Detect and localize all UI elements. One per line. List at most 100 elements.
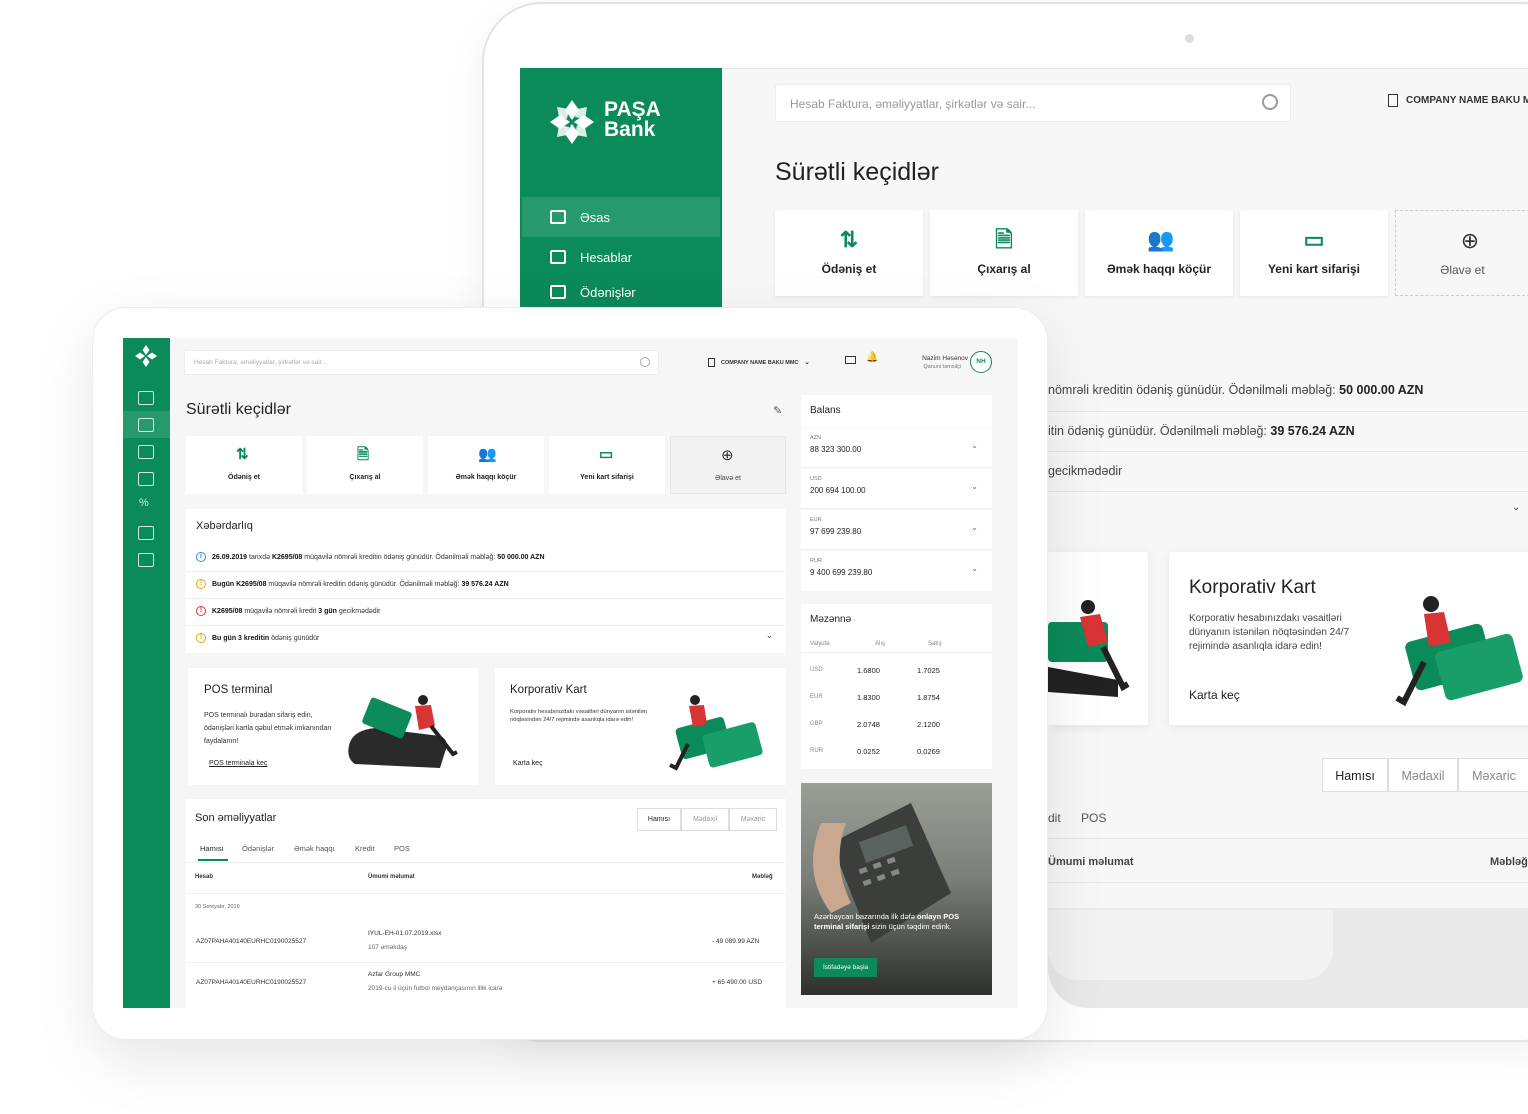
warning-icon: ! [196,633,206,643]
alert-item: ! Bu gün 3 kreditin ödəniş günüdür [196,633,319,643]
tab-pos[interactable]: POS [394,844,410,853]
rate-currency: USD [810,667,823,673]
balance-row[interactable]: EUR 97 699 239.80 ⌄ [801,510,992,550]
list-icon[interactable] [138,418,154,432]
brand-line2: Bank [604,118,656,141]
chart-icon[interactable] [138,553,154,567]
balance-row[interactable]: AZN 88 323 300.00 ⌄ [801,428,992,468]
alert-item: ! Bugün K2695/08 müqavilə nömrəli kredit… [196,579,509,589]
tab-kredit[interactable]: Kredit [355,844,375,853]
chevron-down-icon: ⌄ [971,482,978,491]
column-info: Ümumi məlumat [1048,856,1134,868]
row-amount: - 49 089.99 AZN [712,938,760,945]
tab-pos[interactable]: POS [1081,811,1106,825]
quick-link-payment[interactable]: ⇅ Ödəniş et [186,436,302,494]
balance-value: 9 400 699 239.80 [810,568,873,577]
row-account: AZ07PAHA40140EURHC0190025527 [196,938,307,945]
card-icon: ▭ [599,446,614,463]
row-info-sub: 107 əməkdaş [368,944,408,951]
balance-row[interactable]: RUR 9 400 699 239.80 ⌄ [801,551,992,591]
divider [1048,838,1528,839]
segment-hamisi[interactable]: Hamısı [637,808,681,831]
search-input[interactable]: Hesab Faktura, əməliyyatlar, şirkətlər v… [184,350,659,375]
alert-item: ! K2695/08 müqavilə nömrəli kredit 3 gün… [196,606,381,616]
quick-link-add[interactable]: ⊕ Əlavə et [670,436,786,494]
table-row[interactable]: AZ07PAHA40140EURHC0190025527 IYUL-EH-01.… [186,922,786,962]
row-info-title: Azfar Group MMC [368,971,421,978]
pos-illustration [348,695,458,768]
segment-mexaric[interactable]: Məxaric [1458,758,1528,792]
balance-row[interactable]: USD 200 694 100.00 ⌄ [801,469,992,509]
tab-emek-haqqi[interactable]: Əmək haqqı [294,844,335,853]
tab-odenisler[interactable]: Ödənişlər [242,844,274,853]
card-link[interactable]: Karta keç [513,760,543,767]
dashboard-icon[interactable] [138,391,154,405]
info-icon: i [196,552,206,562]
percent-icon[interactable]: % [139,497,149,509]
korporativ-card: Korporativ Kart Korporativ hesabınızdakı… [1169,552,1528,725]
users-icon: 👥 [1147,227,1175,252]
tab-kredit-partial[interactable]: dit [1048,811,1061,825]
quick-link-add[interactable]: ⊕ Əlavə et [1395,210,1528,296]
quick-link-payment[interactable]: ⇅ Ödəniş et [775,210,923,296]
search-input[interactable]: Hesab Faktura, əməliyyatlar, şirkətlər v… [775,84,1291,122]
currency-code: USD [810,476,822,482]
person-graphic [690,695,700,705]
chevron-down-icon: ⌄ [971,441,978,450]
table-row[interactable]: AZ07PAHA40140EURHC0190025527 Azfar Group… [186,963,786,1003]
quick-link-salary[interactable]: 👥 Əmək haqqı köçür [428,436,544,494]
nav-item-esas[interactable]: Əsas [522,197,720,237]
quick-link-new-card[interactable]: ▭ Yeni kart sifarişi [1240,210,1388,296]
error-icon: ! [196,606,206,616]
nav-item-hesablar[interactable]: Hesablar [522,237,720,277]
quick-link-statement[interactable]: 🗎 Çıxarış al [307,436,423,494]
pos-card-partial [1048,552,1148,725]
rates-head-sell: Satış [928,641,942,647]
segment-medaxil[interactable]: Mədaxil [1388,758,1458,792]
edit-icon[interactable]: ✎ [773,404,782,417]
alert-text: gecikmədədir [1048,464,1123,478]
nav-item-odenisler[interactable]: Ödənişlər [522,277,720,307]
segment-medaxil[interactable]: Mədaxil [681,808,729,831]
divider [801,652,992,653]
card-icon[interactable] [138,472,154,486]
document-icon[interactable] [138,445,154,459]
avatar[interactable]: NH [970,351,992,373]
balance-value: 88 323 300.00 [810,445,862,454]
rate-currency: GBP [810,721,823,727]
alert-item: i 26.09.2019 tarixdə K2695/08 müqavilə n… [196,552,545,562]
card-link[interactable]: POS terminala keç [209,760,267,767]
chevron-down-icon[interactable]: ⌄ [1512,502,1520,513]
user-role: Qanuni təmsilçi [923,364,961,370]
chevron-down-icon[interactable]: ⌄ [766,631,773,640]
card-icon: ▭ [1303,227,1325,252]
quick-label: Çıxarış al [977,262,1031,276]
divider [1048,882,1528,883]
segment-hamisi[interactable]: Hamısı [1322,758,1388,792]
quick-link-salary[interactable]: 👥 Əmək haqqı köçür [1085,210,1233,296]
quick-label: Əmək haqqı köçür [1106,262,1212,276]
rate-currency: EUR [810,694,823,700]
promo-start-button[interactable]: İstifadəyə başla [814,958,878,977]
currency-code: RUR [810,558,822,564]
column-amount: Məbləğ [752,874,773,880]
company-selector[interactable]: COMPANY NAME BAKU M [1388,94,1528,107]
rate-buy: 0.0252 [857,747,880,756]
calculator-icon[interactable] [138,526,154,540]
company-name: COMPANY NAME BAKU M [1406,95,1528,107]
quick-link-statement[interactable]: 🗎 Çıxarış al [930,210,1078,296]
rate-buy: 1.8300 [857,693,880,702]
segment-mexaric[interactable]: Məxaric [729,808,777,831]
card-desc: Korporativ hesabınızdakı vəsaitləri düny… [510,709,647,723]
card-link[interactable]: Karta keç [1189,688,1240,702]
card-title: Korporativ Kart [510,684,587,696]
user-name: Nazim Həsənov [922,355,968,362]
bookmark-icon [1388,94,1398,107]
divider [186,625,786,626]
tab-hamisi[interactable]: Hamısı [200,844,224,853]
tab-underline [198,859,228,861]
quick-label: Çıxarış al [349,474,381,481]
currency-code: EUR [810,517,822,523]
search-icon[interactable] [1262,94,1278,110]
quick-link-new-card[interactable]: ▭ Yeni kart sifarişi [549,436,665,494]
